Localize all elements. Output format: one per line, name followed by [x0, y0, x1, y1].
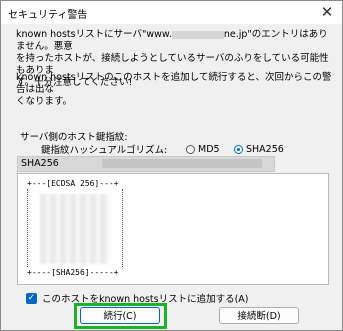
randomart-header: +---[ECDSA 256]---+: [27, 179, 119, 188]
radio-sha256[interactable]: SHA256: [234, 144, 284, 155]
window-title: セキュリティ警告: [8, 10, 88, 21]
redacted-randomart: [40, 194, 110, 264]
redacted-hostname: [171, 30, 224, 39]
radio-md5-label: MD5: [198, 144, 220, 155]
info-line-1: known hostsリストのこのホストを追加して続行すると、次回からこの警告は…: [16, 72, 332, 95]
info-message: known hostsリストのこのホストを追加して続行すると、次回からこの警告は…: [16, 72, 336, 108]
disconnect-button[interactable]: 接続断(D): [219, 307, 299, 324]
security-warning-dialog: セキュリティ警告 ✕ known hostsリストにサーバ"www. ne.jp"…: [0, 0, 343, 331]
info-line-2: くなります。: [16, 96, 73, 107]
randomart-left-border: [27, 189, 30, 267]
warning-line-1: known hostsリストにサーバ"www.: [16, 29, 172, 40]
fingerprint-value-field: SHA256: [17, 156, 275, 172]
randomart-right-border: [122, 189, 125, 267]
close-icon[interactable]: ✕: [318, 3, 336, 21]
randomart-footer: +----[SHA256]-----+: [27, 268, 119, 277]
continue-button-highlight: [74, 303, 167, 329]
radio-sha256-label: SHA256: [246, 144, 284, 155]
title-bar: セキュリティ警告 ✕: [1, 1, 342, 24]
add-host-checkbox[interactable]: ✓: [26, 292, 37, 304]
fingerprint-prefix: SHA256: [21, 158, 59, 169]
redacted-fingerprint: [102, 159, 262, 168]
radio-sha256-circle[interactable]: [234, 145, 243, 154]
radio-md5-circle[interactable]: [186, 145, 195, 154]
radio-md5[interactable]: MD5: [186, 144, 220, 155]
fingerprint-label: サーバ側のホスト鍵指紋:: [20, 132, 128, 143]
randomart-box: +---[ECDSA 256]---+ +----[SHA256]-----+: [17, 173, 329, 285]
